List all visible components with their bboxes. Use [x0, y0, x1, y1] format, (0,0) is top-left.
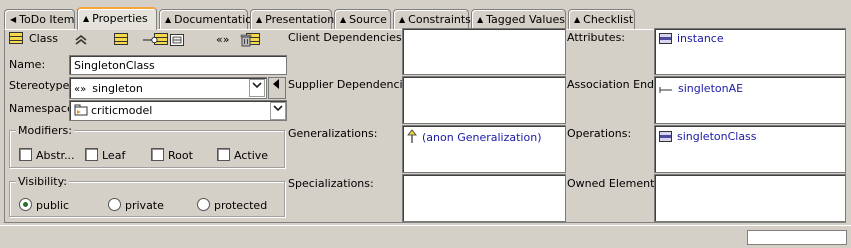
supplier-dependencies-label: Supplier Dependencies: [288, 78, 419, 91]
abstract-checkbox[interactable] [19, 148, 32, 161]
operations-label: Operations: [567, 127, 632, 140]
stereotype-value: singleton [92, 82, 143, 95]
package-icon [74, 104, 88, 116]
modifiers-title: Modifiers: [16, 124, 74, 137]
private-label: private [125, 199, 164, 212]
new-stereotype-icon[interactable]: «» [216, 33, 229, 46]
protected-label: protected [214, 199, 268, 212]
operations-list[interactable]: singletonClass [654, 125, 846, 173]
triangle-up-icon: ▲ [256, 15, 263, 24]
attributes-label: Attributes: [567, 31, 626, 44]
list-item[interactable]: singletonAE [659, 82, 743, 95]
leaf-checkbox[interactable] [85, 148, 98, 161]
name-label: Name: [9, 58, 46, 71]
stereotype-navigate-button[interactable] [268, 77, 286, 99]
status-bar [0, 225, 851, 248]
active-label: Active [234, 149, 269, 162]
visibility-title: Visibility: [16, 175, 70, 188]
navigate-up-icon[interactable] [73, 33, 89, 47]
new-inner-class-icon[interactable] [169, 33, 185, 47]
tab-strip: ◀ ToDo Item ▲ Properties ▲ Documentation ▲ P… [4, 7, 844, 30]
triangle-left-icon [273, 79, 279, 89]
supplier-dependencies-list[interactable] [402, 76, 566, 124]
tab-properties[interactable]: ▲ Properties [77, 7, 157, 30]
owned-elements-list[interactable] [654, 174, 846, 222]
root-checkbox[interactable] [151, 148, 164, 161]
triangle-up-icon: ▲ [165, 15, 172, 24]
list-item[interactable]: (anon Generalization) [407, 129, 542, 144]
chevron-down-icon [252, 82, 262, 89]
association-ends-list[interactable]: singletonAE [654, 76, 846, 124]
list-item[interactable]: instance [659, 32, 724, 45]
operation-icon [659, 131, 672, 142]
public-label: public [36, 199, 70, 212]
root-label: Root [168, 149, 193, 162]
new-attribute-icon[interactable] [113, 33, 128, 45]
specializations-list[interactable] [402, 174, 566, 222]
public-radio[interactable] [19, 198, 32, 211]
triangle-up-icon: ▲ [83, 14, 90, 23]
tab-source[interactable]: ▲ Source [334, 9, 391, 29]
tab-constraints[interactable]: ▲ Constraints [393, 9, 471, 29]
new-reception-icon[interactable] [142, 33, 158, 47]
leaf-label: Leaf [102, 149, 126, 162]
stereotype-glyph: «» [74, 84, 87, 95]
attribute-icon [659, 33, 672, 44]
tab-presentation[interactable]: ▲ Presentation [250, 9, 334, 29]
tab-checklist[interactable]: ▲ Checklist [568, 9, 635, 29]
abstract-label: Abstr... [36, 149, 75, 162]
generalizations-list[interactable]: (anon Generalization) [402, 125, 566, 173]
tab-documentation[interactable]: ▲ Documentation [159, 9, 259, 29]
attributes-list[interactable]: instance [654, 28, 846, 75]
chevron-down-icon [273, 105, 283, 112]
client-dependencies-list[interactable] [402, 28, 566, 75]
delete-icon[interactable] [238, 33, 254, 47]
class-icon [9, 32, 23, 44]
tab-todo-item[interactable]: ◀ ToDo Item [4, 9, 75, 29]
namespace-select[interactable]: criticmodel [69, 100, 287, 121]
triangle-up-icon: ▲ [477, 15, 484, 24]
stereotype-dropdown-button[interactable] [249, 79, 265, 97]
active-checkbox[interactable] [217, 148, 230, 161]
triangle-up-icon: ▲ [399, 15, 406, 24]
association-ends-label: Association Ends: [567, 78, 664, 91]
status-field [747, 230, 847, 245]
stereotype-label: Stereotype: [9, 79, 74, 92]
triangle-up-icon: ▲ [574, 15, 581, 24]
triangle-left-icon: ◀ [10, 15, 17, 24]
generalizations-label: Generalizations: [288, 127, 378, 140]
name-field[interactable]: SingletonClass [69, 55, 287, 75]
association-end-icon [659, 87, 672, 93]
namespace-value: criticmodel [91, 104, 153, 117]
tab-tagged-values[interactable]: ▲ Tagged Values [471, 9, 566, 29]
protected-radio[interactable] [197, 198, 210, 211]
namespace-label: Namespace: [9, 102, 78, 115]
namespace-dropdown-button[interactable] [270, 102, 286, 120]
element-type-label: Class [29, 32, 58, 45]
owned-elements-label: Owned Elements: [567, 177, 664, 190]
private-radio[interactable] [108, 198, 121, 211]
client-dependencies-label: Client Dependencies: [288, 31, 406, 44]
generalization-icon [407, 129, 417, 143]
triangle-up-icon: ▲ [340, 15, 347, 24]
stereotype-select[interactable]: «» singleton [69, 77, 267, 99]
list-item[interactable]: singletonClass [659, 130, 757, 143]
specializations-label: Specializations: [288, 177, 374, 190]
